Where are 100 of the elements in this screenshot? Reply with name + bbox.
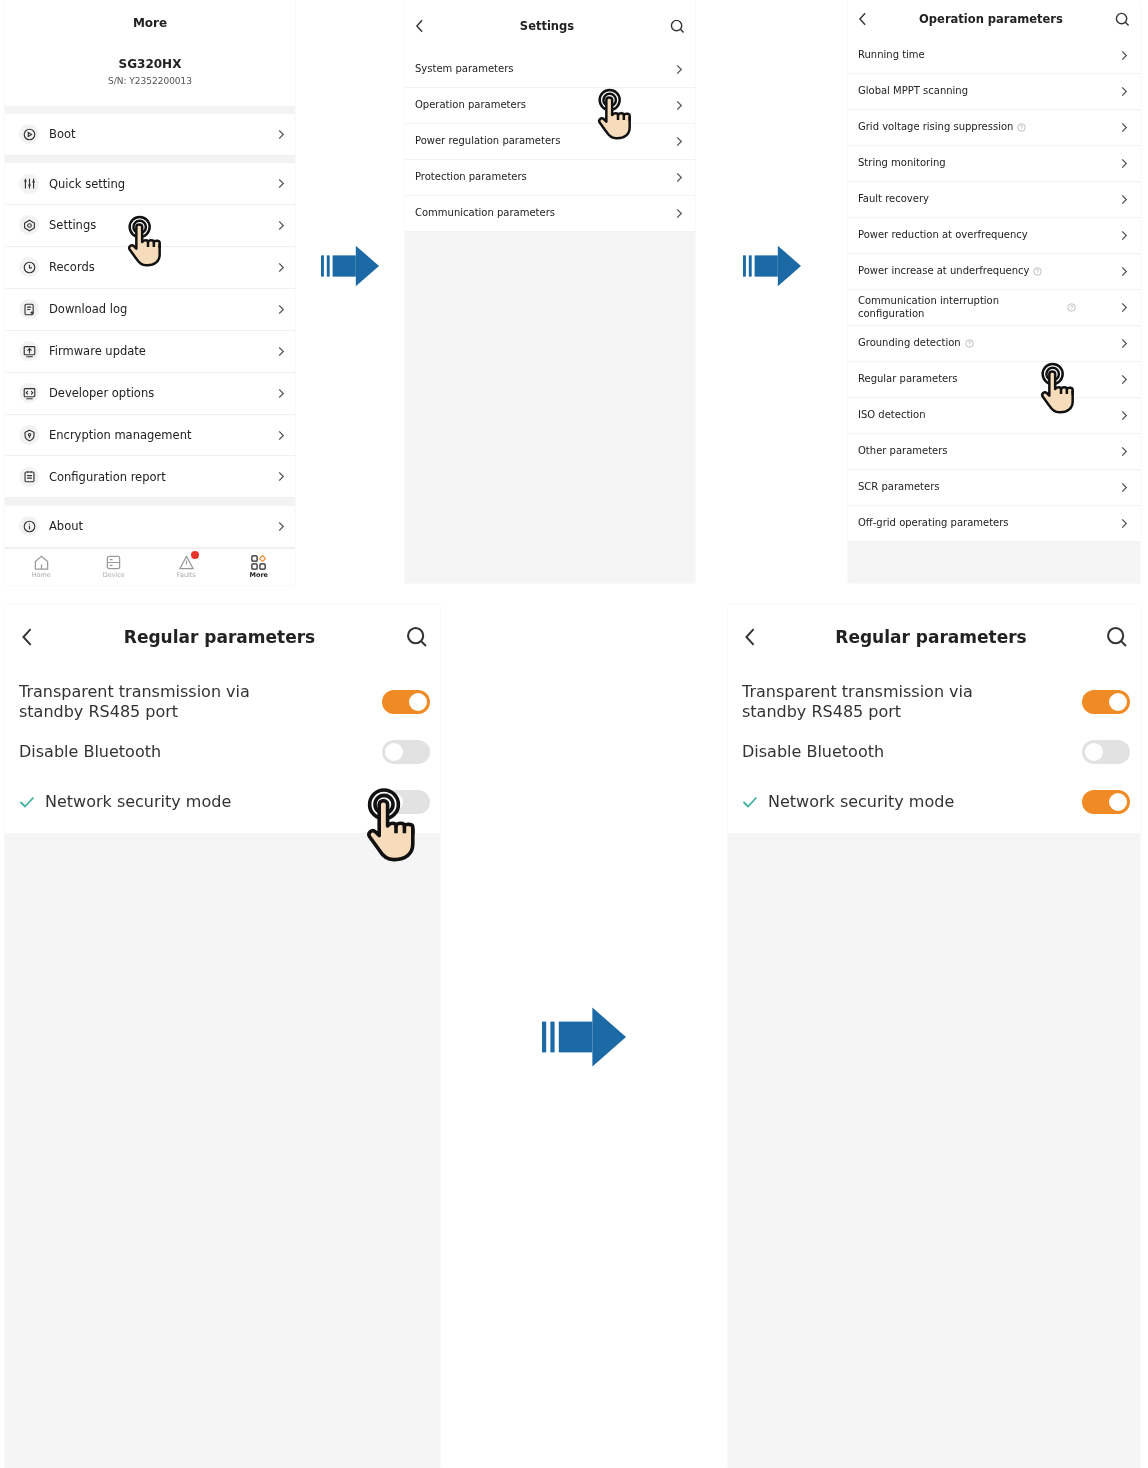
menu-item[interactable]: Encryption management: [5, 414, 295, 457]
menu-label: Quick setting: [49, 176, 127, 191]
screen-title: More: [132, 16, 168, 30]
menu-label: About: [49, 519, 84, 534]
menu-label: Boot: [49, 127, 77, 142]
toggle-switch[interactable]: [382, 690, 430, 714]
menu-item[interactable]: Firmware update: [5, 330, 295, 373]
chevron-icon: [1120, 194, 1128, 205]
code-icon: [22, 386, 36, 400]
chevron-icon: [675, 136, 683, 147]
item-label: Fault recovery: [858, 193, 929, 206]
shield-icon: [22, 428, 36, 442]
chevron-icon: [1120, 122, 1128, 133]
chevron-icon: [675, 172, 683, 183]
chevron-icon: [277, 128, 285, 140]
menu-item[interactable]: About: [5, 506, 295, 548]
chevron-icon: [1120, 230, 1128, 241]
toggle-switch[interactable]: [1082, 740, 1130, 764]
item-label: Power increase at underfrequency: [858, 265, 1030, 278]
list-item[interactable]: Other parameters: [848, 434, 1140, 470]
item-label: Power regulation parameters: [415, 135, 561, 148]
upload-icon: [22, 344, 36, 358]
menu-item[interactable]: Settings: [5, 205, 295, 247]
arrow-icon: [542, 1005, 626, 1068]
list-item[interactable]: SCR parameters: [848, 470, 1140, 506]
back-icon[interactable]: [858, 12, 867, 26]
chevron-icon: [1120, 158, 1128, 169]
chevron-icon: [675, 208, 683, 219]
chevron-icon: [277, 520, 285, 532]
list-item[interactable]: Power regulation parameters: [405, 124, 695, 160]
list-item[interactable]: Fault recovery: [848, 182, 1140, 218]
setting-label: Network security mode: [768, 792, 955, 812]
screen-title: Operation parameters: [918, 12, 1064, 26]
search-icon[interactable]: [1106, 626, 1128, 648]
chevron-icon: [277, 471, 285, 483]
item-label: ISO detection: [858, 409, 926, 422]
chevron-icon: [277, 220, 285, 231]
chevron-icon: [675, 64, 683, 75]
chevron-icon: [277, 345, 285, 357]
menu-label: Configuration report: [49, 469, 167, 484]
chevron-icon: [277, 387, 285, 399]
item-label: Other parameters: [858, 445, 948, 458]
chevron-icon: [277, 178, 285, 190]
list-item[interactable]: Power reduction at overfrequency: [848, 218, 1140, 254]
menu-item[interactable]: Boot: [5, 113, 295, 156]
toggle-switch[interactable]: [1082, 790, 1130, 814]
list-item[interactable]: Grounding detection: [848, 326, 1140, 362]
search-icon[interactable]: [406, 626, 428, 648]
settings-icon: [22, 219, 36, 232]
screen-title: Regular parameters: [834, 627, 1028, 647]
list-item[interactable]: Global MPPT scanning: [848, 74, 1140, 110]
toggle-switch[interactable]: [382, 740, 430, 764]
toggle-switch[interactable]: [1082, 690, 1130, 714]
list-item[interactable]: Operation parameters: [405, 88, 695, 124]
list-item[interactable]: Protection parameters: [405, 160, 695, 196]
menu-item[interactable]: Quick setting: [5, 163, 295, 206]
toggle-switch[interactable]: [382, 790, 430, 814]
setting-label: Network security mode: [45, 792, 232, 812]
setting-label: Disable Bluetooth: [19, 742, 162, 762]
chevron-icon: [1120, 266, 1128, 277]
item-label: Communication interruption configuration: [858, 295, 1001, 320]
item-label: Grid voltage rising suppression: [858, 121, 1014, 134]
list-item[interactable]: Grid voltage rising suppression: [848, 110, 1140, 146]
list-item[interactable]: Running time: [848, 38, 1140, 74]
item-label: Power reduction at overfrequency: [858, 229, 1028, 242]
menu-item[interactable]: Developer options: [5, 372, 295, 415]
item-label: Off-grid operating parameters: [858, 517, 1009, 530]
chevron-icon: [1120, 86, 1128, 97]
home-icon: [32, 554, 50, 572]
chevron-icon: [277, 303, 285, 315]
menu-label: Developer options: [49, 386, 156, 401]
menu-label: Firmware update: [49, 344, 147, 359]
item-label: Operation parameters: [415, 99, 526, 112]
list-item[interactable]: System parameters: [405, 52, 695, 88]
back-icon[interactable]: [21, 627, 33, 647]
list-item[interactable]: ISO detection: [848, 398, 1140, 434]
chevron-icon: [1120, 338, 1128, 349]
menu-item[interactable]: Download log: [5, 288, 295, 331]
chevron-icon: [1120, 374, 1128, 385]
chevron-icon: [1120, 518, 1128, 529]
search-icon[interactable]: [670, 18, 685, 34]
chevron-icon: [1120, 50, 1128, 61]
search-icon[interactable]: [1115, 11, 1130, 27]
menu-item[interactable]: Records: [5, 246, 295, 289]
back-icon[interactable]: [415, 19, 424, 33]
item-label: Communication parameters: [415, 207, 555, 220]
list-item[interactable]: String monitoring: [848, 146, 1140, 182]
setting-label: Transparent transmission via standby RS485 port: [742, 682, 974, 722]
list-item[interactable]: Power increase at underfrequency: [848, 254, 1140, 290]
item-label: SCR parameters: [858, 481, 940, 494]
chevron-icon: [1120, 410, 1128, 421]
chevron-icon: [1120, 482, 1128, 493]
menu-label: Download log: [49, 302, 129, 317]
setting-label: Transparent transmission via standby RS485 port: [19, 682, 251, 722]
arrow-icon: [742, 245, 801, 287]
item-label: Global MPPT scanning: [858, 85, 969, 98]
list-item[interactable]: Communication interruption configuration: [848, 290, 1140, 326]
back-icon[interactable]: [744, 627, 756, 647]
list-item[interactable]: Regular parameters: [848, 362, 1140, 398]
screen-title: Regular parameters: [122, 627, 317, 647]
